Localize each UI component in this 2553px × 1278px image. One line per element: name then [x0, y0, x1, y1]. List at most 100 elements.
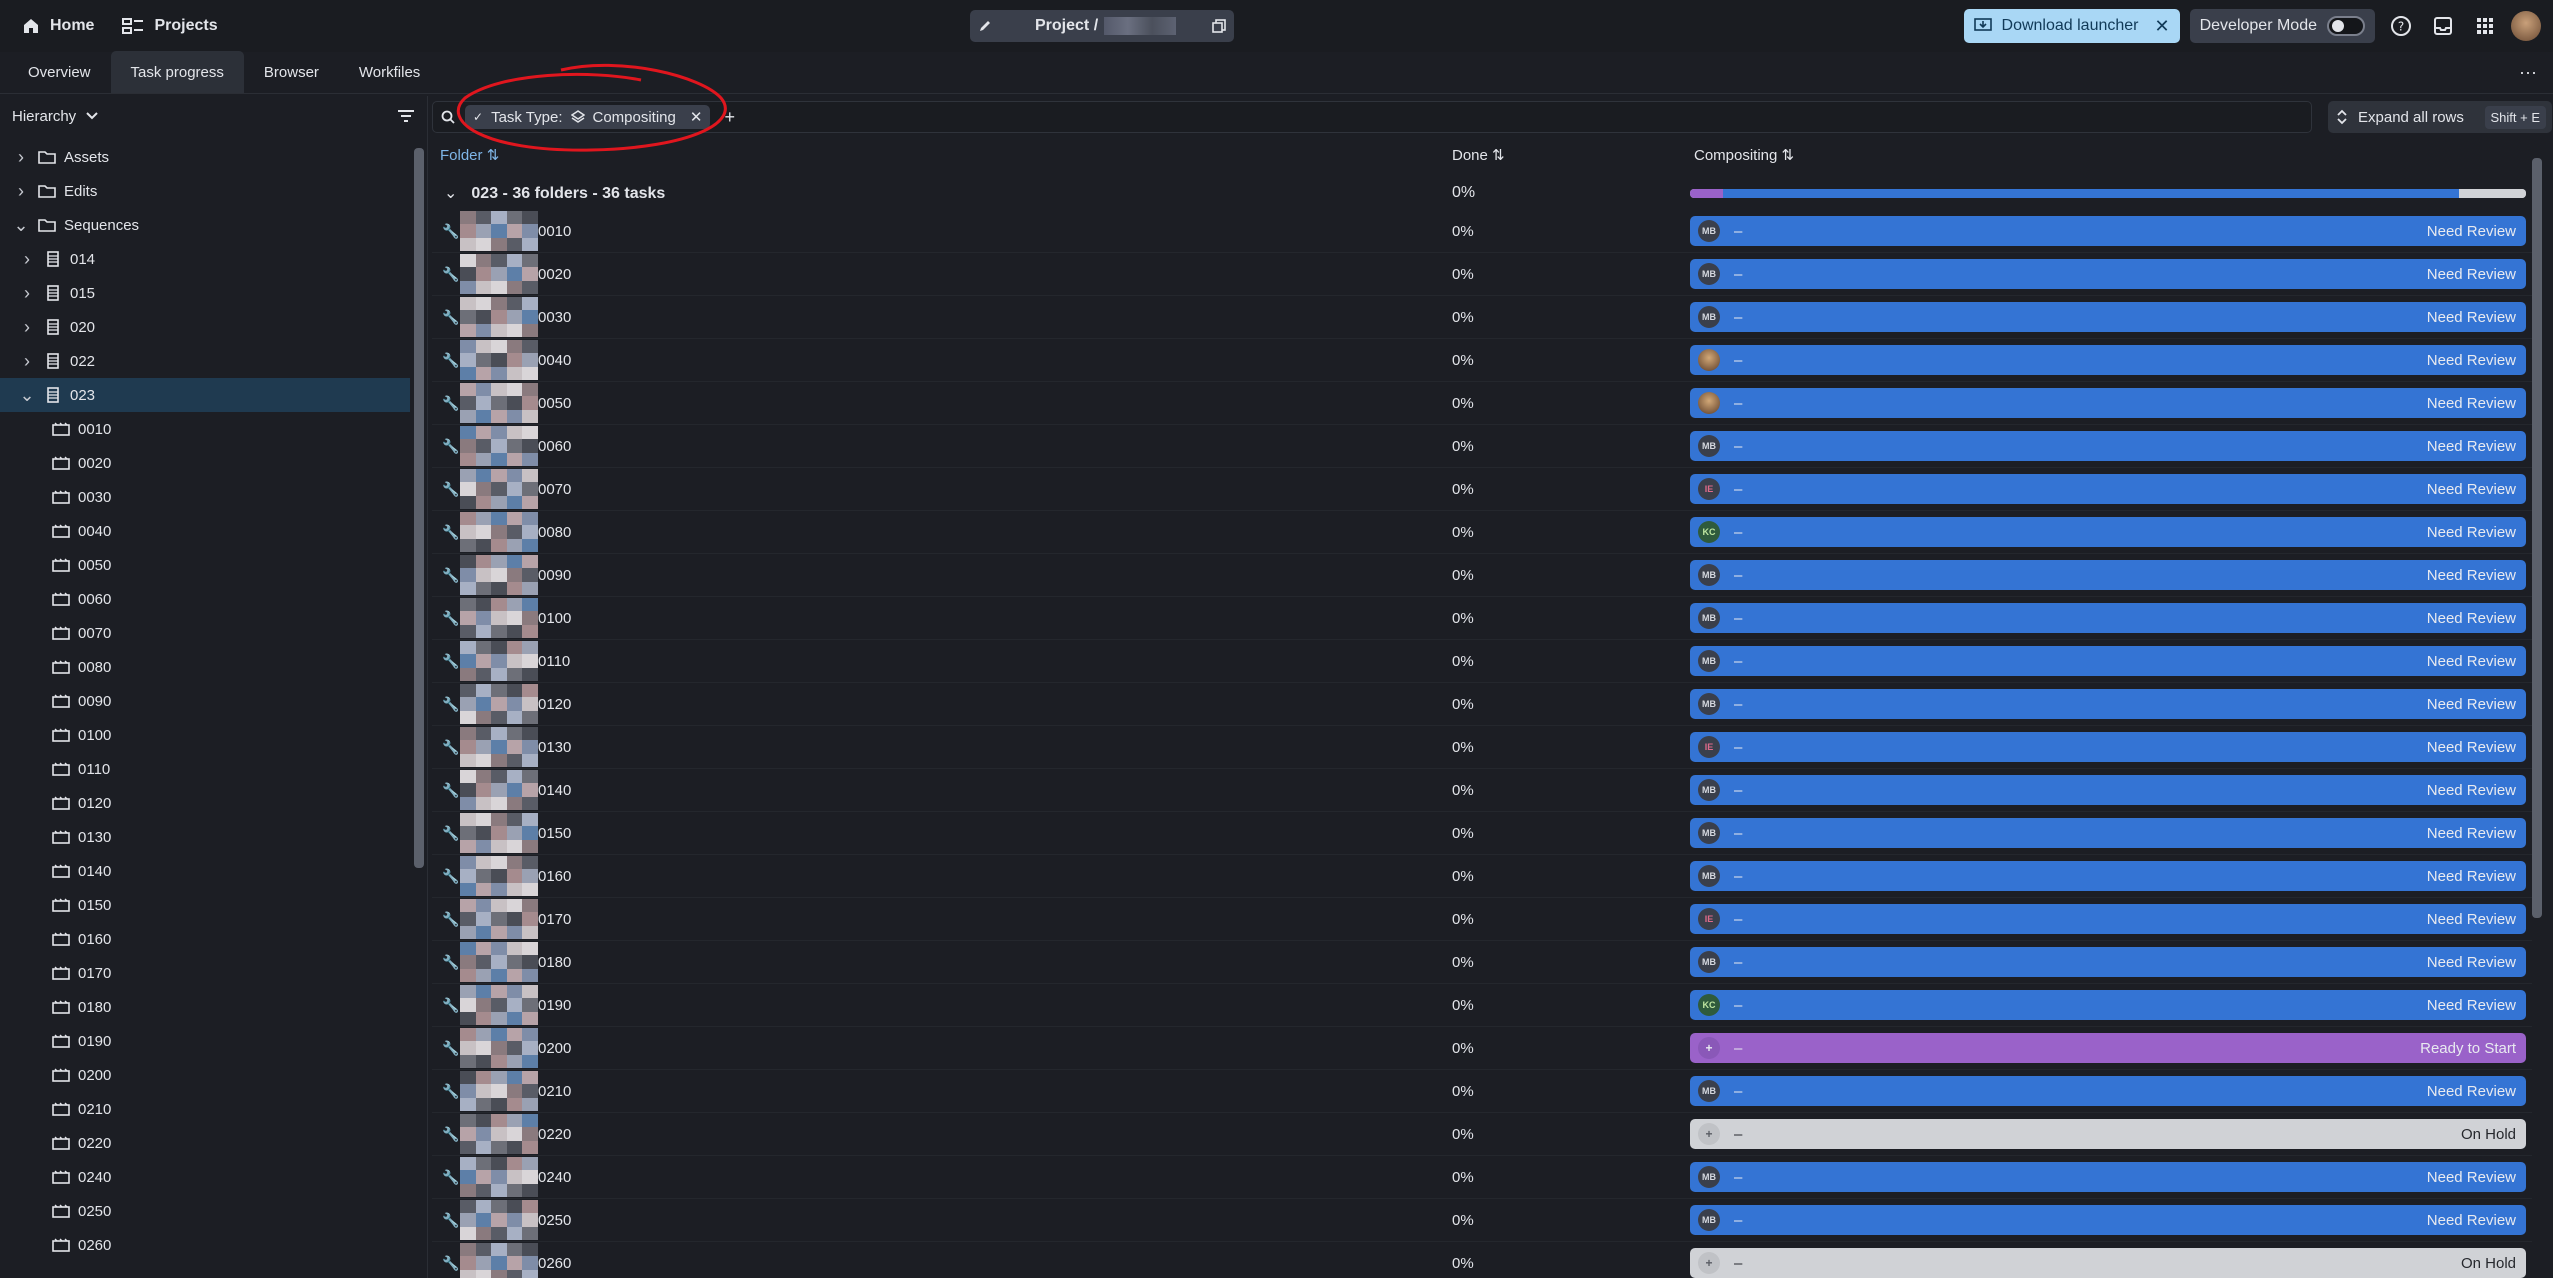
- table-row[interactable]: 🔧 0110 0% MB – Need Review: [432, 640, 2532, 683]
- projects-link[interactable]: Projects: [112, 11, 227, 41]
- task-status-cell[interactable]: MB – Need Review: [1690, 216, 2526, 246]
- tree-node[interactable]: 0010: [0, 412, 410, 446]
- assignee-avatar[interactable]: MB: [1698, 1080, 1720, 1102]
- table-scrollbar-thumb[interactable]: [2532, 158, 2542, 918]
- table-row[interactable]: 🔧 0240 0% MB – Need Review: [432, 1156, 2532, 1199]
- table-row[interactable]: 🔧 0160 0% MB – Need Review: [432, 855, 2532, 898]
- task-status-cell[interactable]: IE – Need Review: [1690, 732, 2526, 762]
- add-assignee-icon[interactable]: +: [1698, 1252, 1720, 1274]
- tree-node[interactable]: 0100: [0, 718, 410, 752]
- chevron-right-icon[interactable]: ›: [20, 249, 34, 270]
- assignee-avatar[interactable]: [1698, 349, 1720, 371]
- tree-node[interactable]: 0090: [0, 684, 410, 718]
- user-avatar[interactable]: [2511, 11, 2541, 41]
- table-row[interactable]: 🔧 0070 0% IE – Need Review: [432, 468, 2532, 511]
- tree-node[interactable]: 0070: [0, 616, 410, 650]
- table-row[interactable]: 🔧 0010 0% MB – Need Review: [432, 210, 2532, 253]
- sort-icon[interactable]: ⇅: [1782, 147, 1795, 164]
- task-status-cell[interactable]: IE – Need Review: [1690, 904, 2526, 934]
- column-folder[interactable]: Folder ⇅: [440, 146, 499, 164]
- table-row[interactable]: 🔧 0130 0% IE – Need Review: [432, 726, 2532, 769]
- tree-node[interactable]: 0080: [0, 650, 410, 684]
- tree-node[interactable]: 0220: [0, 1126, 410, 1160]
- developer-mode-toggle[interactable]: Developer Mode: [2189, 9, 2375, 43]
- sidebar-scrollbar-thumb[interactable]: [414, 148, 424, 868]
- task-status-cell[interactable]: + – Ready to Start: [1690, 1033, 2526, 1063]
- task-status-cell[interactable]: MB – Need Review: [1690, 1205, 2526, 1235]
- sort-icon[interactable]: ⇅: [1492, 147, 1505, 164]
- tab-workfiles[interactable]: Workfiles: [339, 51, 440, 93]
- task-status-cell[interactable]: – Need Review: [1690, 345, 2526, 375]
- table-row[interactable]: 🔧 0090 0% MB – Need Review: [432, 554, 2532, 597]
- sort-asc-icon[interactable]: ⇅: [487, 147, 500, 164]
- task-status-cell[interactable]: MB – Need Review: [1690, 646, 2526, 676]
- tab-browser[interactable]: Browser: [244, 51, 339, 93]
- assignee-avatar[interactable]: MB: [1698, 1166, 1720, 1188]
- filter-icon[interactable]: [397, 109, 415, 123]
- apps-grid-icon[interactable]: [2469, 10, 2501, 42]
- table-row[interactable]: 🔧 0020 0% MB – Need Review: [432, 253, 2532, 296]
- chevron-right-icon[interactable]: ›: [14, 181, 28, 202]
- tree-node[interactable]: › 022: [0, 344, 410, 378]
- search-filter-bar[interactable]: ✓ Task Type: Compositing ✕ +: [432, 63, 2312, 152]
- table-row[interactable]: 🔧 0140 0% MB – Need Review: [432, 769, 2532, 812]
- task-status-cell[interactable]: MB – Need Review: [1690, 431, 2526, 461]
- download-launcher-banner[interactable]: Download launcher ✕: [1963, 9, 2180, 43]
- task-status-cell[interactable]: MB – Need Review: [1690, 1162, 2526, 1192]
- tree-node[interactable]: 0180: [0, 990, 410, 1024]
- chevron-right-icon[interactable]: ›: [14, 147, 28, 168]
- task-status-cell[interactable]: MB – Need Review: [1690, 302, 2526, 332]
- more-options-icon[interactable]: ···: [2519, 62, 2537, 83]
- task-status-cell[interactable]: MB – Need Review: [1690, 775, 2526, 805]
- chevron-down-icon[interactable]: ⌄: [444, 185, 457, 202]
- task-status-cell[interactable]: + – On Hold: [1690, 1119, 2526, 1149]
- assignee-avatar[interactable]: MB: [1698, 607, 1720, 629]
- assignee-avatar[interactable]: IE: [1698, 908, 1720, 930]
- table-row[interactable]: 🔧 0200 0% + – Ready to Start: [432, 1027, 2532, 1070]
- assignee-avatar[interactable]: IE: [1698, 478, 1720, 500]
- task-status-cell[interactable]: MB – Need Review: [1690, 603, 2526, 633]
- tree-node[interactable]: › 020: [0, 310, 410, 344]
- hierarchy-dropdown[interactable]: Hierarchy: [12, 108, 98, 125]
- toggle-switch[interactable]: [2327, 16, 2365, 36]
- home-link[interactable]: Home: [12, 11, 104, 41]
- tree-node[interactable]: ⌄ Sequences: [0, 208, 410, 242]
- table-row[interactable]: 🔧 0150 0% MB – Need Review: [432, 812, 2532, 855]
- tree-node[interactable]: › Edits: [0, 174, 410, 208]
- table-row[interactable]: 🔧 0210 0% MB – Need Review: [432, 1070, 2532, 1113]
- inbox-icon[interactable]: [2427, 10, 2459, 42]
- tab-task-progress[interactable]: Task progress: [110, 51, 244, 93]
- tree-node[interactable]: 0150: [0, 888, 410, 922]
- task-status-cell[interactable]: MB – Need Review: [1690, 861, 2526, 891]
- chevron-down-icon[interactable]: ⌄: [19, 385, 34, 406]
- table-row[interactable]: 🔧 0260 0% + – On Hold: [432, 1242, 2532, 1278]
- table-row[interactable]: 🔧 0080 0% KC – Need Review: [432, 511, 2532, 554]
- tree-node[interactable]: 0200: [0, 1058, 410, 1092]
- assignee-avatar[interactable]: MB: [1698, 263, 1720, 285]
- add-assignee-icon[interactable]: +: [1698, 1123, 1720, 1145]
- tree-node[interactable]: 0060: [0, 582, 410, 616]
- task-status-cell[interactable]: + – On Hold: [1690, 1248, 2526, 1278]
- table-row[interactable]: 🔧 0030 0% MB – Need Review: [432, 296, 2532, 339]
- tree-node[interactable]: 0110: [0, 752, 410, 786]
- assignee-avatar[interactable]: MB: [1698, 693, 1720, 715]
- assignee-avatar[interactable]: MB: [1698, 564, 1720, 586]
- assignee-avatar[interactable]: MB: [1698, 220, 1720, 242]
- copy-icon[interactable]: [1211, 18, 1227, 34]
- table-row[interactable]: 🔧 0170 0% IE – Need Review: [432, 898, 2532, 941]
- table-row[interactable]: 🔧 0250 0% MB – Need Review: [432, 1199, 2532, 1242]
- table-row[interactable]: 🔧 0120 0% MB – Need Review: [432, 683, 2532, 726]
- tree-node[interactable]: 0140: [0, 854, 410, 888]
- help-icon[interactable]: ?: [2385, 10, 2417, 42]
- tab-overview[interactable]: Overview: [8, 51, 111, 93]
- tree-node[interactable]: 0170: [0, 956, 410, 990]
- tree-node[interactable]: 0020: [0, 446, 410, 480]
- task-status-cell[interactable]: MB – Need Review: [1690, 259, 2526, 289]
- assignee-avatar[interactable]: MB: [1698, 822, 1720, 844]
- close-icon[interactable]: ✕: [2155, 16, 2170, 37]
- assignee-avatar[interactable]: IE: [1698, 736, 1720, 758]
- tree-node[interactable]: 0040: [0, 514, 410, 548]
- assignee-avatar[interactable]: MB: [1698, 951, 1720, 973]
- task-status-cell[interactable]: KC – Need Review: [1690, 517, 2526, 547]
- table-row[interactable]: 🔧 0180 0% MB – Need Review: [432, 941, 2532, 984]
